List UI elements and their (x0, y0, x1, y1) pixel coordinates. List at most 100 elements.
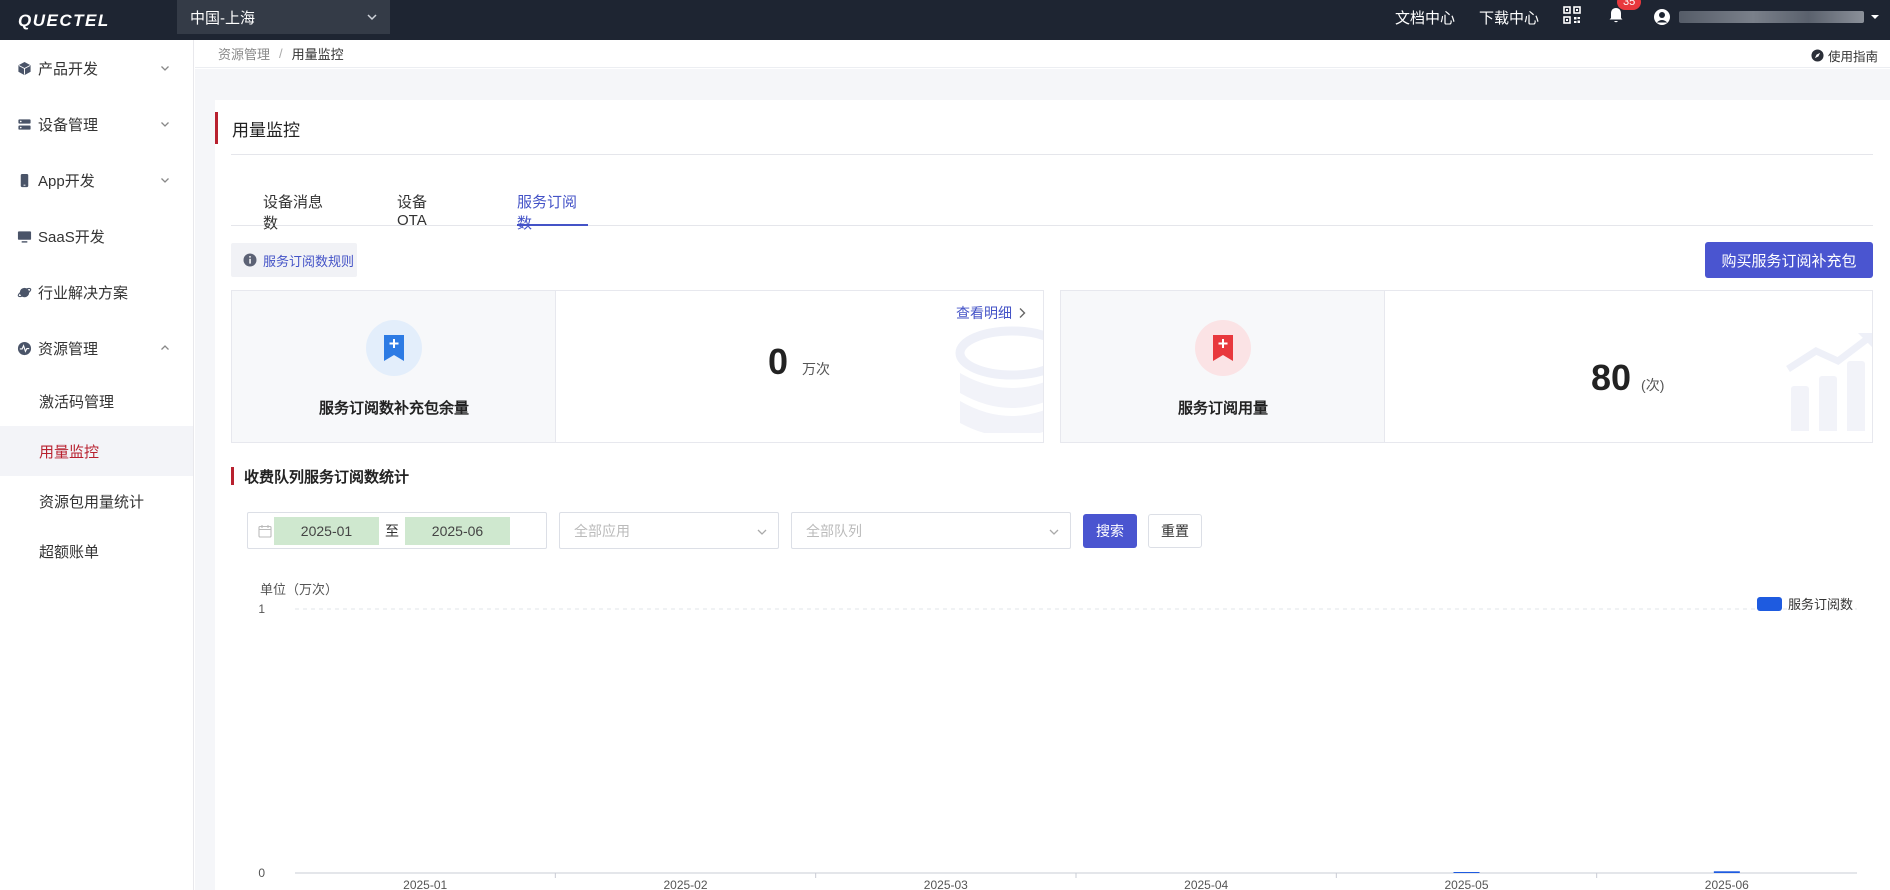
subscription-rules-link[interactable]: 服务订阅数规则 (231, 243, 357, 277)
server-icon (16, 116, 32, 132)
reset-button[interactable]: 重置 (1148, 514, 1202, 548)
calendar-icon (258, 524, 272, 538)
app-select[interactable]: 全部应用 (559, 512, 779, 549)
start-date-input[interactable]: 2025-01 (274, 516, 379, 545)
legend-swatch (1756, 596, 1782, 611)
compass-icon (1811, 49, 1824, 62)
x-tick-label: 2025-05 (1444, 878, 1488, 890)
notification-bell-icon[interactable]: 35 (1607, 0, 1642, 28)
doc-center-link[interactable]: 文档中心 (1395, 7, 1455, 28)
user-menu[interactable] (1653, 8, 1880, 26)
breadcrumb-separator: / (279, 46, 283, 61)
x-tick-label: 2025-04 (1184, 878, 1228, 890)
phone-icon (16, 172, 32, 188)
y-tick-label: 1 (258, 602, 265, 616)
chevron-up-icon (161, 345, 169, 350)
tab-service-subscriptions[interactable]: 服务订阅数 (517, 186, 588, 232)
subscription-usage-label: 服务订阅用量 (1177, 400, 1268, 417)
bookmark-plus-icon (366, 320, 422, 376)
tab-device-messages[interactable]: 设备消息数 (263, 186, 335, 232)
subscription-usage-unit: (次) (1641, 377, 1665, 393)
sidebar-item-label: 行业解决方案 (38, 284, 129, 302)
subscription-usage-number: 80 (1591, 357, 1632, 398)
tab-label: 设备消息数 (263, 194, 324, 232)
supplement-balance-number: 0 (768, 341, 789, 382)
download-center-link[interactable]: 下载中心 (1479, 7, 1539, 28)
end-date-input[interactable]: 2025-06 (405, 516, 510, 545)
sidebar-subitem-activation-codes[interactable]: 激活码管理 (0, 376, 193, 426)
chevron-down-icon (367, 14, 377, 21)
usage-value: 80 (次) (1591, 357, 1664, 399)
legend-label: 服务订阅数 (1787, 597, 1853, 612)
usage-guide-link[interactable]: 使用指南 (1811, 46, 1878, 65)
tab-label: 服务订阅数 (517, 194, 578, 232)
x-tick-label: 2025-06 (1705, 878, 1749, 890)
search-button[interactable]: 搜索 (1083, 514, 1137, 548)
quectel-logo[interactable]: QUECTEL (18, 10, 154, 30)
y-axis-label: 单位（万次） (260, 582, 339, 597)
chart-legend[interactable]: 服务订阅数 (1756, 594, 1853, 613)
sidebar-item-device-mgmt[interactable]: 设备管理 (0, 96, 193, 152)
sidebar-item-label: SaaS开发 (38, 228, 105, 246)
usage-guide-label: 使用指南 (1827, 50, 1878, 64)
x-tick-label: 2025-02 (663, 878, 707, 890)
tab-label: 设备OTA (397, 194, 428, 229)
info-icon (243, 253, 257, 267)
buy-subscription-pack-button[interactable]: 购买服务订阅补充包 (1705, 242, 1873, 278)
supplement-balance-card: 服务订阅数补充包余量 0 万次 查看明细 (231, 290, 1044, 443)
date-range-picker[interactable]: 2025-01 至 2025-06 (247, 512, 547, 549)
view-details-label: 查看明细 (956, 305, 1012, 321)
monitor-icon (16, 228, 32, 244)
breadcrumb-current: 用量监控 (291, 47, 344, 62)
sidebar-item-saas-dev[interactable]: SaaS开发 (0, 208, 193, 264)
pulse-icon (16, 340, 32, 356)
chevron-right-icon (1019, 308, 1026, 318)
bookmark-plus-red-icon (1195, 320, 1251, 376)
sidebar-item-industry-solutions[interactable]: 行业解决方案 (0, 264, 193, 320)
supplement-card-left: 服务订阅数补充包余量 (232, 291, 556, 442)
sidebar-subitem-package-stats[interactable]: 资源包用量统计 (0, 476, 193, 526)
supplement-balance-label: 服务订阅数补充包余量 (318, 400, 469, 417)
logo-text: QUECTEL (18, 11, 110, 30)
cube-icon (16, 60, 32, 76)
sidebar-subitem-usage-monitor[interactable]: 用量监控 (0, 426, 193, 476)
sidebar-item-label: 设备管理 (38, 116, 99, 134)
chevron-down-icon (757, 529, 767, 535)
caret-down-icon (1871, 15, 1879, 19)
sidebar-subitem-overage-bills[interactable]: 超额账单 (0, 526, 193, 576)
date-range-separator: 至 (385, 522, 399, 539)
breadcrumb: 资源管理 / 用量监控 使用指南 (195, 40, 1890, 68)
sidebar-item-product-dev[interactable]: 产品开发 (0, 40, 193, 96)
chevron-down-icon (161, 122, 169, 127)
chevron-down-icon (161, 178, 169, 183)
user-avatar-icon (1654, 9, 1670, 25)
title-divider (231, 154, 1873, 155)
page-title: 用量监控 (215, 112, 300, 144)
chevron-down-icon (161, 66, 169, 71)
y-tick-label: 0 (258, 866, 265, 880)
qr-code-icon[interactable] (1563, 6, 1581, 28)
planet-icon (16, 284, 32, 300)
chart-bar (1713, 871, 1740, 873)
region-selector[interactable]: 中国-上海 (177, 0, 390, 34)
usage-card-left: 服务订阅用量 (1061, 291, 1385, 442)
supplement-balance-unit: 万次 (802, 361, 831, 377)
chart-plot: 0 1 2025-01 2025-02 2025-03 2025-04 2025-05 202… (258, 602, 1857, 890)
sidebar-item-resource-mgmt[interactable]: 资源管理 (0, 320, 193, 376)
x-tick-label: 2025-03 (924, 878, 968, 890)
sidebar-item-app-dev[interactable]: App开发 (0, 152, 193, 208)
breadcrumb-parent[interactable]: 资源管理 (218, 44, 270, 63)
tab-device-ota[interactable]: 设备OTA (397, 186, 455, 229)
app-select-placeholder: 全部应用 (574, 522, 630, 539)
tab-bar: 设备消息数 设备OTA 服务订阅数 (231, 186, 1873, 232)
subscription-stats-chart: 单位（万次） 服务订阅数 0 1 2025-01 2025-02 2025-03 2025… (231, 573, 1873, 890)
queue-select[interactable]: 全部队列 (791, 512, 1071, 549)
queue-select-placeholder: 全部队列 (806, 522, 862, 539)
chevron-down-icon (1049, 529, 1059, 535)
sidebar: 产品开发 设备管理 App开发 SaaS开发 行业解决方案 资源管理 激活码管理… (0, 40, 194, 890)
sidebar-item-label: 产品开发 (38, 60, 99, 78)
logo-mark: QUECTEL (18, 11, 110, 30)
subscription-usage-card: 服务订阅用量 80 (次) (1060, 290, 1873, 443)
view-details-link[interactable]: 查看明细 (956, 303, 1027, 323)
sidebar-item-label: App开发 (38, 172, 95, 190)
